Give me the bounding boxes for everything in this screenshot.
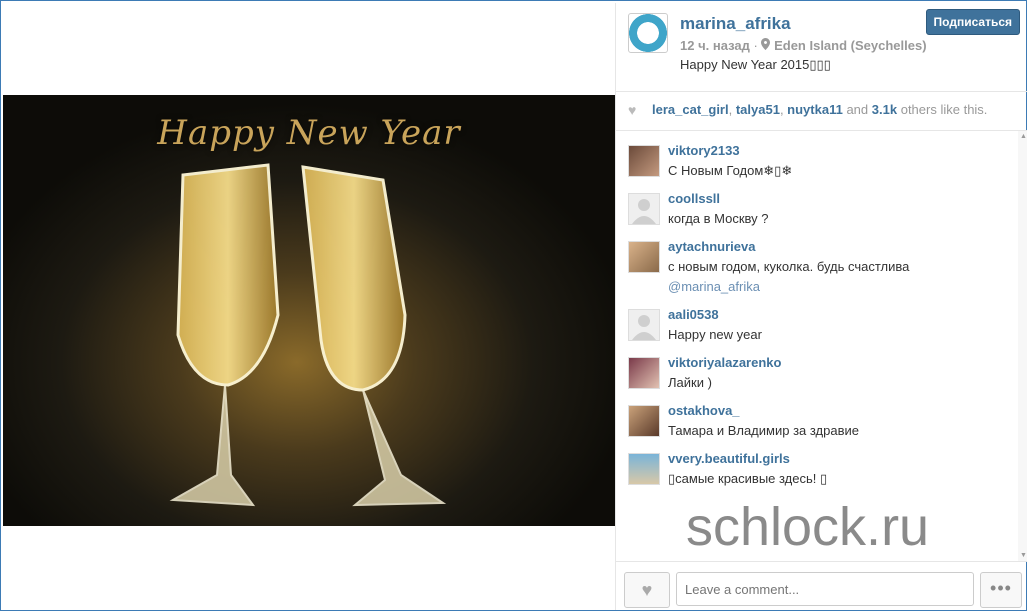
comment-text: Тамара и Владимир за здравие <box>668 423 859 438</box>
meta-separator: · <box>753 38 758 53</box>
commenter-username[interactable]: vvery.beautiful.girls <box>668 451 790 466</box>
post-caption: Happy New Year 2015▯▯▯ <box>680 57 831 72</box>
comment-item: aytachnurieva с новым годом, куколка. бу… <box>628 235 1008 299</box>
comment-mention-link[interactable]: @marina_afrika <box>668 279 760 294</box>
commenter-username[interactable]: viktory2133 <box>668 143 740 158</box>
commenter-username[interactable]: aali0538 <box>668 307 719 322</box>
commenter-username[interactable]: coollssll <box>668 191 720 206</box>
and-word: and <box>846 102 869 117</box>
comment-text: с новым годом, куколка. будь счастлива <box>668 259 910 274</box>
comment-item: viktory2133 С Новым Годом❄▯❄ <box>628 139 1008 185</box>
author-username[interactable]: marina_afrika <box>680 14 791 34</box>
scroll-up-icon[interactable]: ▲ <box>1020 133 1027 140</box>
likes-suffix: others like this. <box>900 102 988 117</box>
comment-item: aali0538 Happy new year <box>628 303 1008 349</box>
like-button[interactable]: ♥ <box>624 572 670 608</box>
heart-icon: ♥ <box>628 102 637 118</box>
default-avatar-icon <box>632 199 656 224</box>
likes-summary: ♥ lera_cat_girl, talya51, nuytka11 and 3… <box>616 92 1027 131</box>
watermark-text: schlock.ru <box>686 497 930 557</box>
post-image[interactable]: Happy New Year <box>3 95 615 526</box>
comment-item: coollssll когда в Москву ? <box>628 187 1008 233</box>
commenter-username[interactable]: aytachnurieva <box>668 239 755 254</box>
comment-item: viktoriyalazarenko Лайки ) <box>628 351 1008 397</box>
commenter-avatar[interactable] <box>628 193 660 225</box>
comment-text: ▯самые красивые здесь! ▯ <box>668 471 828 486</box>
liker-username[interactable]: lera_cat_girl <box>652 102 729 117</box>
author-avatar[interactable] <box>628 13 668 53</box>
commenter-avatar[interactable] <box>628 145 660 177</box>
post-header: marina_afrika Подписаться 12 ч. назад · … <box>616 3 1027 92</box>
comment-item: vvery.beautiful.girls ▯самые красивые зд… <box>628 447 1008 493</box>
liker-username[interactable]: nuytka11 <box>787 102 843 117</box>
commenter-avatar[interactable] <box>628 309 660 341</box>
more-options-button[interactable]: ••• <box>980 572 1022 608</box>
comments-scrollbar[interactable]: ▲ ▼ <box>1018 131 1027 561</box>
comment-text: Лайки ) <box>668 375 712 390</box>
likes-count[interactable]: 3.1k <box>872 102 897 117</box>
post-footer: ♥ ••• <box>616 561 1027 611</box>
commenter-username[interactable]: viktoriyalazarenko <box>668 355 781 370</box>
likes-text: lera_cat_girl, talya51, nuytka11 and 3.1… <box>652 102 987 117</box>
commenter-avatar[interactable] <box>628 405 660 437</box>
post-location[interactable]: Eden Island (Seychelles) <box>774 38 926 53</box>
post-meta: 12 ч. назад · Eden Island (Seychelles) <box>680 38 927 53</box>
comment-input[interactable] <box>676 572 974 606</box>
champagne-glasses-illustration <box>169 163 447 507</box>
commenter-avatar[interactable] <box>628 357 660 389</box>
comment-text: С Новым Годом❄▯❄ <box>668 163 793 178</box>
post-time[interactable]: 12 ч. назад <box>680 38 750 53</box>
scroll-down-icon[interactable]: ▼ <box>1020 552 1027 559</box>
comma: , <box>728 102 736 117</box>
comment-text: Happy new year <box>668 327 762 342</box>
liker-username[interactable]: talya51 <box>736 102 780 117</box>
heart-icon: ♥ <box>641 580 653 600</box>
map-pin-icon <box>761 38 774 53</box>
commenter-username[interactable]: ostakhova_ <box>668 403 740 418</box>
commenter-avatar[interactable] <box>628 241 660 273</box>
default-avatar-icon <box>632 315 656 340</box>
follow-button[interactable]: Подписаться <box>925 9 1020 35</box>
commenter-avatar[interactable] <box>628 453 660 485</box>
comment-item: ostakhova_ Тамара и Владимир за здравие <box>628 399 1008 445</box>
comment-text: когда в Москву ? <box>668 211 769 226</box>
